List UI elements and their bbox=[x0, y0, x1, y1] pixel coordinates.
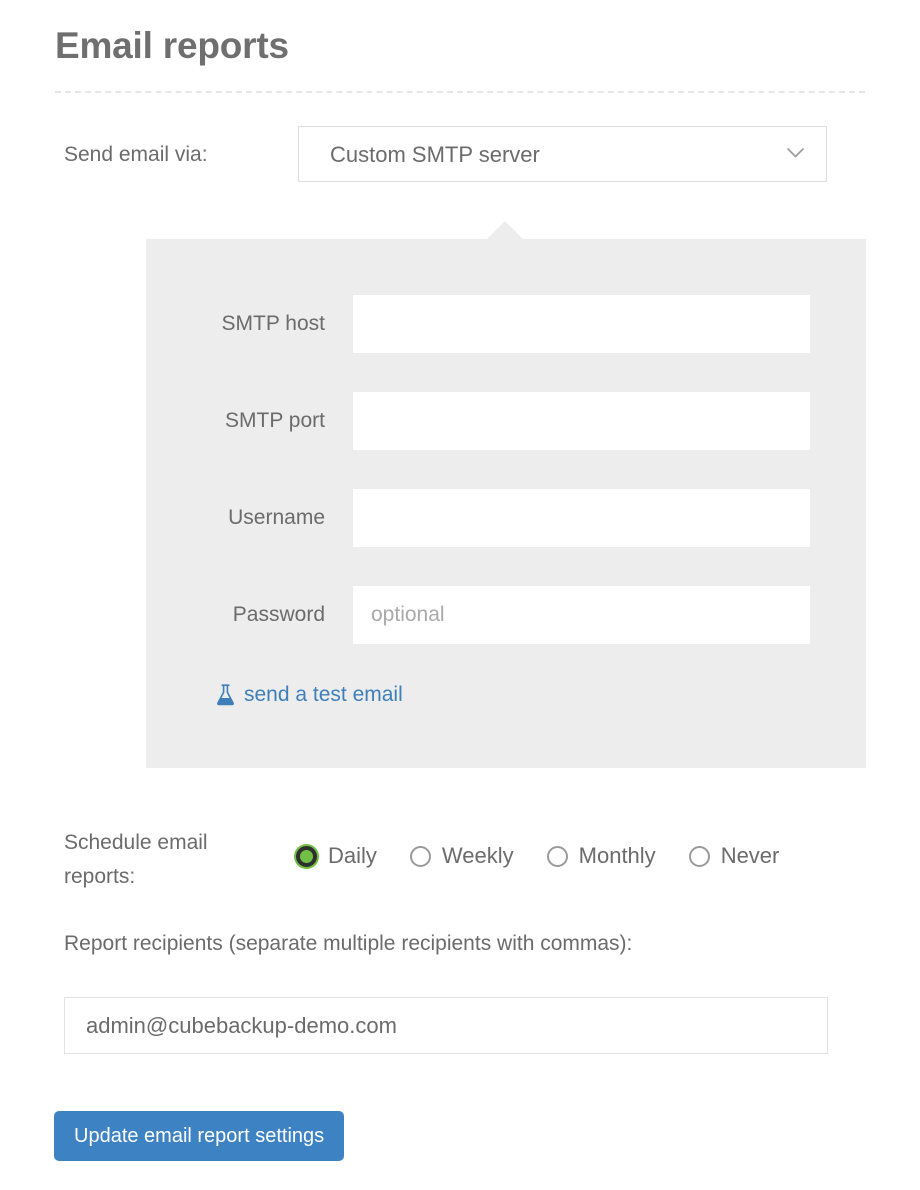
smtp-host-input[interactable] bbox=[353, 295, 810, 353]
smtp-port-label: SMTP port bbox=[146, 392, 325, 450]
title-divider bbox=[55, 91, 865, 93]
radio-mark-daily bbox=[296, 846, 317, 867]
schedule-radio-group: Daily Weekly Monthly Never bbox=[296, 842, 779, 870]
send-test-email-label: send a test email bbox=[244, 681, 403, 709]
radio-label-daily: Daily bbox=[328, 842, 377, 870]
smtp-port-input[interactable] bbox=[353, 392, 810, 450]
smtp-host-row: SMTP host bbox=[146, 295, 866, 353]
password-input[interactable] bbox=[353, 586, 810, 644]
email-reports-page: Email reports Send email via: Custom SMT… bbox=[0, 0, 920, 1190]
smtp-host-label: SMTP host bbox=[146, 295, 325, 353]
page-title: Email reports bbox=[55, 22, 289, 70]
radio-mark-monthly bbox=[547, 846, 568, 867]
schedule-email-reports-label: Schedule email reports: bbox=[64, 826, 274, 894]
send-email-via-selected-value: Custom SMTP server bbox=[330, 141, 540, 169]
panel-callout-arrow bbox=[486, 221, 524, 240]
radio-label-never: Never bbox=[721, 842, 780, 870]
flask-icon bbox=[216, 684, 235, 706]
radio-label-weekly: Weekly bbox=[442, 842, 514, 870]
radio-option-weekly[interactable]: Weekly bbox=[410, 842, 514, 870]
username-label: Username bbox=[146, 489, 325, 547]
radio-option-never[interactable]: Never bbox=[689, 842, 780, 870]
send-test-email-link[interactable]: send a test email bbox=[216, 681, 403, 709]
password-label: Password bbox=[146, 586, 325, 644]
username-input[interactable] bbox=[353, 489, 810, 547]
update-email-report-settings-button[interactable]: Update email report settings bbox=[54, 1111, 344, 1161]
report-recipients-input[interactable] bbox=[64, 997, 828, 1054]
username-row: Username bbox=[146, 489, 866, 547]
radio-label-monthly: Monthly bbox=[579, 842, 656, 870]
smtp-port-row: SMTP port bbox=[146, 392, 866, 450]
send-email-via-select[interactable]: Custom SMTP server bbox=[298, 126, 827, 182]
send-email-via-label: Send email via: bbox=[64, 140, 208, 170]
report-recipients-label: Report recipients (separate multiple rec… bbox=[64, 930, 632, 958]
chevron-down-icon bbox=[787, 148, 804, 158]
radio-mark-weekly bbox=[410, 846, 431, 867]
radio-mark-never bbox=[689, 846, 710, 867]
radio-option-monthly[interactable]: Monthly bbox=[547, 842, 656, 870]
password-row: Password bbox=[146, 586, 866, 644]
radio-option-daily[interactable]: Daily bbox=[296, 842, 377, 870]
